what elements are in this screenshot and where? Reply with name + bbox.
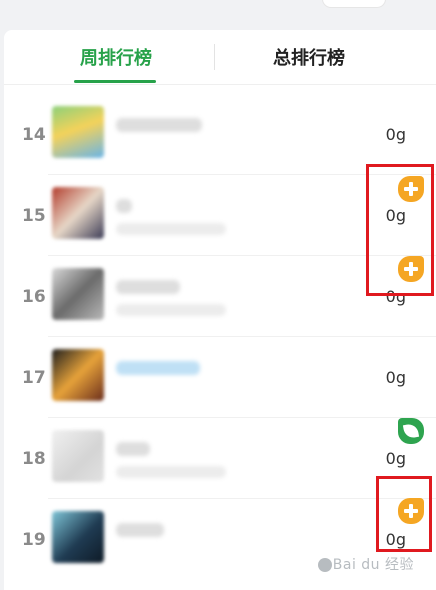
paw-icon xyxy=(317,558,332,572)
leaf-badge[interactable] xyxy=(398,418,424,444)
user-subtitle-blurred xyxy=(116,304,226,316)
points-value: 0g xyxy=(385,125,406,144)
ranking-row-18[interactable]: 18 0g xyxy=(4,418,436,499)
rank-number: 14 xyxy=(22,124,46,145)
rank-number: 16 xyxy=(22,286,46,307)
rank-number: 15 xyxy=(22,205,46,226)
highlight-box xyxy=(366,164,434,296)
avatar xyxy=(52,349,104,401)
leaf-icon xyxy=(402,422,420,440)
user-name-blurred xyxy=(116,523,164,537)
avatar xyxy=(52,268,104,320)
leaderboard-tabs: 周排行榜 总排行榜 xyxy=(4,30,436,85)
user-name-blurred xyxy=(116,361,200,375)
points-value: 0g xyxy=(385,368,406,387)
leaderboard-card: 周排行榜 总排行榜 14 0g 15 0g 16 0g 17 0g 18 0g … xyxy=(4,30,436,590)
rank-number: 19 xyxy=(22,529,46,550)
avatar xyxy=(52,430,104,482)
avatar xyxy=(52,106,104,158)
avatar xyxy=(52,511,104,563)
user-subtitle-blurred xyxy=(116,466,226,478)
user-name-blurred xyxy=(116,442,150,456)
avatar xyxy=(52,187,104,239)
tab-total-ranking[interactable]: 总排行榜 xyxy=(244,30,374,84)
watermark: Bai du 经验 xyxy=(317,554,414,574)
rank-number: 18 xyxy=(22,448,46,469)
tab-weekly-ranking[interactable]: 周排行榜 xyxy=(66,30,166,84)
ranking-row-17[interactable]: 17 0g xyxy=(4,337,436,418)
user-name-blurred xyxy=(116,118,202,132)
tab-divider xyxy=(214,44,215,70)
top-strip xyxy=(0,0,436,18)
top-action-pill[interactable] xyxy=(322,0,386,8)
user-name-blurred xyxy=(116,199,132,213)
user-name-blurred xyxy=(116,280,180,294)
active-tab-indicator xyxy=(74,80,156,83)
rank-number: 17 xyxy=(22,367,46,388)
ranking-row-14[interactable]: 14 0g xyxy=(4,94,436,175)
watermark-text: Bai du 经验 xyxy=(332,557,414,573)
highlight-box xyxy=(376,476,432,552)
user-subtitle-blurred xyxy=(116,223,226,235)
